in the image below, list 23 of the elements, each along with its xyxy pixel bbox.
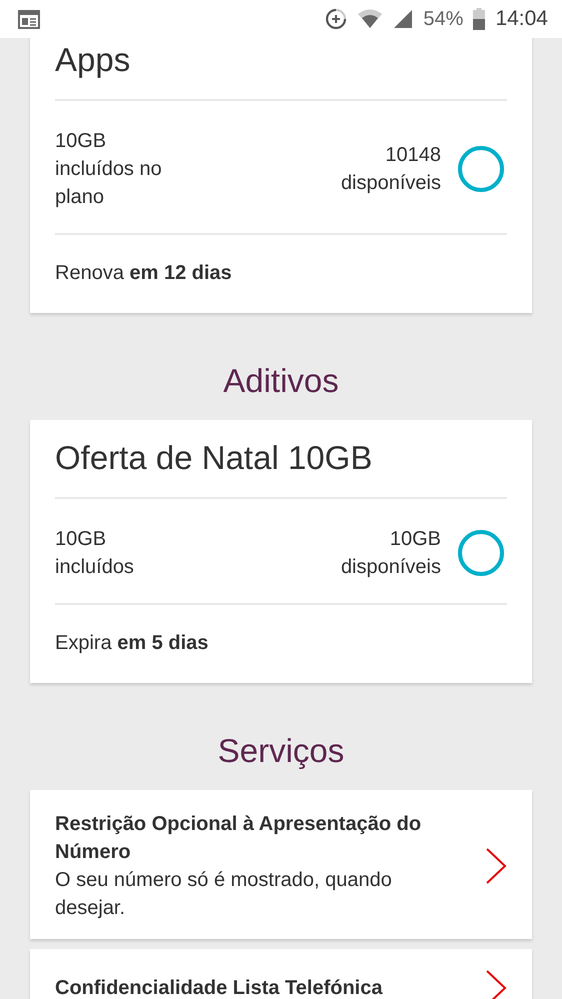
included-text: 10GB incluídos no plano — [55, 129, 163, 210]
service-item[interactable]: Restrição Opcional à Apresentação do Número O seu número só é mostrado, quando desejar. — [30, 790, 532, 939]
expiry-text: Renova em 12 dias — [55, 261, 233, 286]
available-text: 10GB disponíveis — [340, 527, 441, 580]
clock-time: 14:04 — [495, 7, 548, 31]
calendar-icon — [18, 9, 40, 29]
battery-percent: 54% — [423, 8, 464, 30]
service-title: Confidencialidade Lista Telefónica — [55, 976, 384, 999]
service-item[interactable]: Confidencialidade Lista Telefónica — [30, 949, 532, 999]
service-title: Restrição Opcional à Apresentação do Número — [55, 812, 422, 865]
battery-icon — [473, 8, 486, 30]
available-text: 10148 disponíveis — [340, 143, 441, 196]
expiry-text: Expira em 5 dias — [55, 631, 210, 656]
chevron-right-icon — [485, 847, 507, 885]
signal-icon — [393, 9, 414, 29]
chevron-right-icon — [485, 969, 507, 999]
included-text: 10GB incluídos — [55, 527, 135, 580]
wifi-icon — [357, 9, 384, 29]
service-description: O seu número só é mostrado, quando desejar. — [55, 868, 393, 921]
plan-title: Oferta de Natal 10GB — [55, 420, 507, 499]
data-saver-icon — [325, 8, 348, 30]
section-heading: Aditivos — [222, 361, 340, 401]
section-heading: Serviços — [216, 731, 346, 771]
